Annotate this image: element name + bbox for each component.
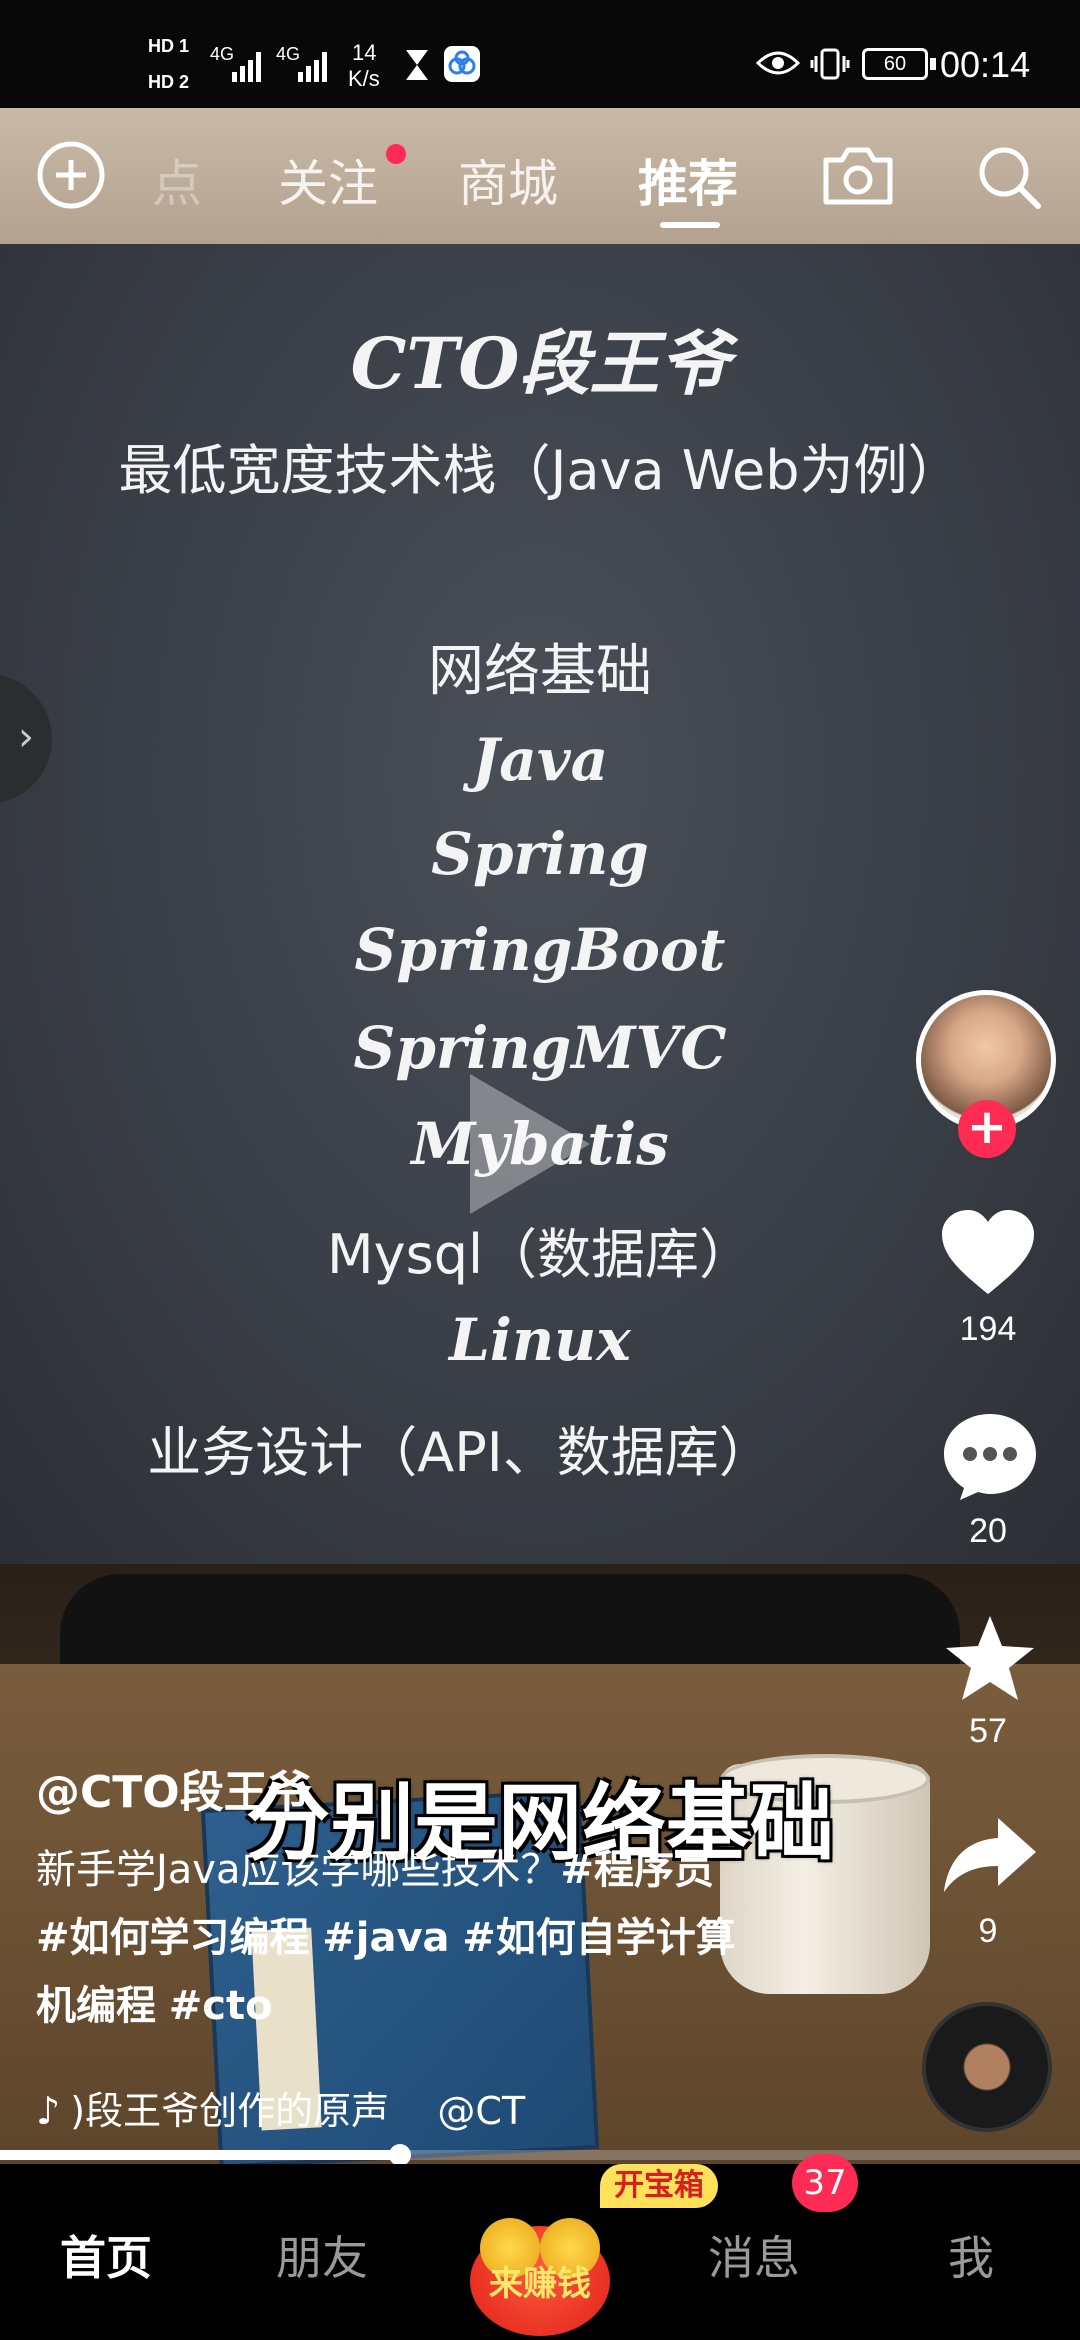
speed-value: 14 (352, 40, 377, 65)
share-button[interactable] (940, 1814, 1040, 1900)
treasure-badge: 开宝箱 (600, 2164, 718, 2208)
tab-dian[interactable]: 点 (152, 144, 202, 216)
vibrate-icon (810, 46, 850, 86)
music-row[interactable]: ♪)段王爷创作的原声 @CT (36, 2080, 525, 2135)
add-icon[interactable] (36, 140, 106, 214)
like-button[interactable] (938, 1208, 1038, 1302)
board-title: CTO段王爷 (350, 322, 730, 405)
share-icon (944, 1818, 1036, 1892)
comment-icon (944, 1414, 1036, 1500)
messages-badge: 37 (792, 2154, 858, 2212)
nav-messages[interactable]: 消息 (708, 2222, 800, 2288)
active-tab-indicator (660, 222, 720, 228)
hashtag-link[interactable]: #java (322, 1915, 449, 1961)
board-item: Mysql（数据库） (327, 1223, 753, 1286)
play-icon[interactable] (470, 1074, 590, 1214)
favorite-button[interactable] (942, 1612, 1038, 1708)
status-bar: HD 1 HD 2 4G 4G 14 K/s 60 00:14 (0, 0, 1080, 108)
earn-label: 来赚钱 (489, 2264, 591, 2304)
hourglass-icon (404, 48, 430, 86)
battery-icon: 60 (862, 48, 928, 80)
hashtag-link[interactable]: #如何学习编程 (36, 1915, 310, 1961)
app-notification-icon (444, 46, 480, 82)
nav-me[interactable]: 我 (948, 2222, 994, 2288)
progress-bar[interactable] (0, 2144, 1080, 2166)
author-name[interactable]: @CTO段王爷 (36, 1756, 312, 1820)
follow-button[interactable]: + (958, 1100, 1016, 1158)
battery-tip (930, 58, 936, 70)
comment-button[interactable] (940, 1410, 1040, 1504)
tab-following[interactable]: 关注 (278, 144, 378, 216)
eye-comfort-icon (755, 48, 801, 82)
music-title: )段王爷创作的原声 @CT (70, 2089, 526, 2133)
like-count: 194 (959, 1310, 1017, 1348)
progress-knob[interactable] (388, 2144, 411, 2166)
hashtag-link[interactable]: #cto (169, 1983, 273, 2029)
hd1-indicator: HD 1 (148, 36, 190, 56)
share-count: 9 (978, 1912, 998, 1950)
description-text: 新手学Java应该学哪些技术？ (36, 1847, 561, 1893)
bottom-nav: 首页 朋友 来赚钱 开宝箱 消息 37 我 (0, 2154, 1080, 2340)
board-item: Linux (449, 1306, 631, 1374)
board-subtitle: 最低宽度技术栈（Java Web为例） (118, 439, 962, 502)
chevron-right-icon: › (18, 714, 34, 760)
speed-unit: K/s (348, 66, 380, 91)
board-item: 业务设计（API、数据库） (147, 1421, 773, 1484)
nav-home[interactable]: 首页 (60, 2222, 152, 2288)
earn-money-button[interactable]: 来赚钱 (470, 2218, 610, 2336)
progress-fill (0, 2150, 400, 2160)
tab-recommend[interactable]: 推荐 (638, 144, 738, 216)
board-item: 网络基础 (428, 639, 652, 704)
battery-level: 60 (883, 53, 907, 75)
clock: 00:14 (940, 44, 1031, 85)
favorite-count: 57 (969, 1712, 1007, 1750)
signal-icon-2 (298, 48, 334, 88)
comment-count: 20 (969, 1512, 1007, 1550)
heart-icon (942, 1210, 1034, 1294)
network-4g-label-2: 4G (276, 44, 301, 64)
music-disc[interactable] (922, 2002, 1052, 2132)
tab-mall[interactable]: 商城 (458, 144, 558, 216)
network-4g-label: 4G (210, 44, 235, 64)
star-icon (946, 1616, 1034, 1700)
board-item: Spring (431, 820, 649, 888)
camera-icon[interactable] (820, 144, 896, 212)
hd2-indicator: HD 2 (148, 72, 190, 92)
video-description: 新手学Java应该学哪些技术？#程序员 #如何学习编程 #java #如何自学计… (36, 1836, 756, 2040)
signal-icon (232, 48, 268, 88)
nav-friends[interactable]: 朋友 (276, 2222, 368, 2288)
chalkboard: CTO段王爷 最低宽度技术栈（Java Web为例） 网络基础 Java Spr… (0, 244, 1080, 1564)
music-note-icon: ♪ (36, 2089, 61, 2133)
board-item: Java (471, 726, 609, 794)
hashtag-link[interactable]: #程序员 (561, 1847, 715, 1893)
following-dot (386, 144, 406, 164)
search-icon[interactable] (974, 142, 1044, 216)
board-item: SpringBoot (354, 916, 726, 984)
top-nav: 点 关注 商城 推荐 (0, 108, 1080, 244)
